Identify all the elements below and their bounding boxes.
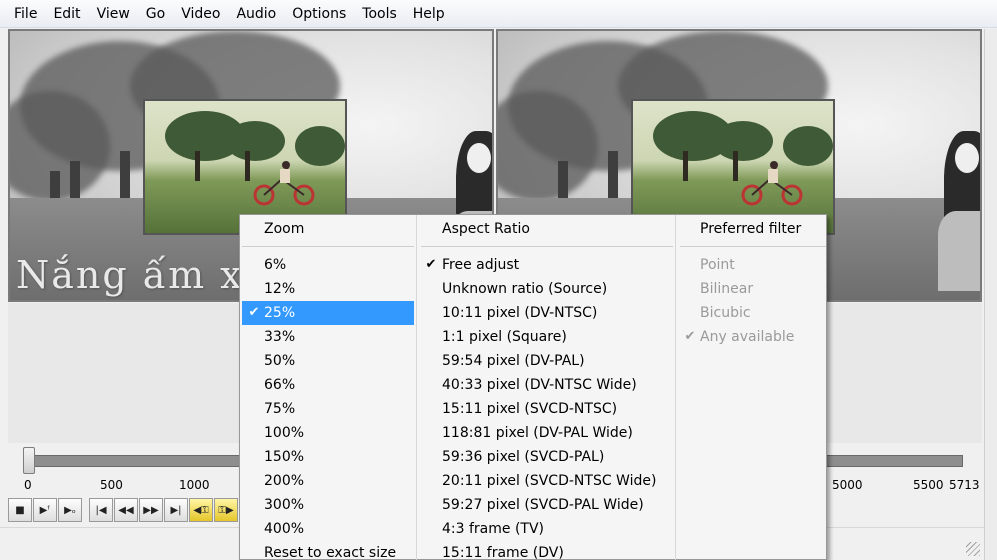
zoom-header: Zoom — [264, 221, 305, 237]
zoom-option-selected[interactable]: ✔ 25% — [242, 301, 414, 325]
checkmark-icon: ✔ — [248, 305, 260, 320]
next-key-icon[interactable]: ⚿▶ — [214, 498, 238, 522]
aspect-option[interactable]: 15:11 pixel (SVCD-NTSC) — [419, 397, 674, 421]
menu-view[interactable]: View — [89, 0, 138, 28]
zoom-reset-option[interactable]: Reset to exact size — [242, 541, 414, 560]
go-end-icon[interactable]: ▶| — [164, 498, 188, 522]
zoom-option[interactable]: 400% — [242, 517, 414, 541]
aspect-option[interactable]: 15:11 frame (DV) — [419, 541, 674, 560]
aspect-option[interactable]: 59:27 pixel (SVCD-PAL Wide) — [419, 493, 674, 517]
separator — [421, 246, 673, 247]
menu-options[interactable]: Options — [284, 0, 354, 28]
timeline-scrubber[interactable] — [23, 447, 35, 474]
menu-video[interactable]: Video — [173, 0, 228, 28]
timeline-tick: 500 — [100, 478, 123, 492]
zoom-option[interactable]: 300% — [242, 493, 414, 517]
aspect-ratio-menu-column: Aspect Ratio ✔ Free adjust Unknown ratio … — [416, 215, 675, 560]
playback-toolbar: ■ ▶ᶠ ▶ₒ |◀ ◀◀ ▶▶ ▶| ◀⚿ ⚿▶ — [8, 498, 245, 522]
aspect-option[interactable]: 10:11 pixel (DV-NTSC) — [419, 301, 674, 325]
zoom-option[interactable]: 12% — [242, 277, 414, 301]
separator — [680, 246, 826, 247]
stop-icon[interactable]: ■ — [8, 498, 32, 522]
filter-option: Bilinear — [700, 281, 754, 297]
preferred-filter-menu-column: Preferred filter Point Bilinear Bicubic … — [675, 215, 828, 560]
filter-option: Bicubic — [700, 305, 751, 321]
menu-go[interactable]: Go — [138, 0, 173, 28]
aspect-option-checked[interactable]: ✔ Free adjust — [419, 253, 674, 277]
aspect-option[interactable]: 118:81 pixel (DV-PAL Wide) — [419, 421, 674, 445]
prev-frame-icon[interactable]: ◀◀ — [114, 498, 138, 522]
resize-grip-icon[interactable] — [966, 542, 980, 556]
zoom-option[interactable]: 75% — [242, 397, 414, 421]
timeline-tick: 5500 — [913, 478, 944, 492]
menu-tools[interactable]: Tools — [354, 0, 405, 28]
checkmark-icon: ✔ — [425, 257, 437, 272]
timeline-tick: 5713 — [949, 478, 980, 492]
go-start-icon[interactable]: |◀ — [89, 498, 113, 522]
timeline-tick: 0 — [24, 478, 32, 492]
aspect-option[interactable]: Unknown ratio (Source) — [419, 277, 674, 301]
aspect-option[interactable]: 20:11 pixel (SVCD-NTSC Wide) — [419, 469, 674, 493]
filter-option-checked: ✔ Any available — [678, 325, 827, 349]
menu-help[interactable]: Help — [405, 0, 453, 28]
play-filtered-icon[interactable]: ▶ᶠ — [33, 498, 57, 522]
aspect-option[interactable]: 1:1 pixel (Square) — [419, 325, 674, 349]
menu-edit[interactable]: Edit — [45, 0, 88, 28]
aspect-option[interactable]: 59:36 pixel (SVCD-PAL) — [419, 445, 674, 469]
preferred-filter-header: Preferred filter — [700, 221, 802, 237]
zoom-option[interactable]: 66% — [242, 373, 414, 397]
filter-option: Point — [700, 257, 735, 273]
menu-audio[interactable]: Audio — [228, 0, 284, 28]
timeline-tick: 1000 — [179, 478, 210, 492]
next-frame-icon[interactable]: ▶▶ — [139, 498, 163, 522]
aspect-option[interactable]: 4:3 frame (TV) — [419, 517, 674, 541]
timeline-tick: 5000 — [832, 478, 863, 492]
zoom-option[interactable]: 50% — [242, 349, 414, 373]
aspect-ratio-header: Aspect Ratio — [442, 221, 530, 237]
zoom-option[interactable]: 200% — [242, 469, 414, 493]
checkmark-icon: ✔ — [684, 329, 696, 344]
zoom-option[interactable]: 33% — [242, 325, 414, 349]
zoom-menu-column: Zoom 6% 12% ✔ 25% 33% 50% 66% 75% 100% 15… — [240, 215, 416, 560]
menu-bar: File Edit View Go Video Audio Options To… — [0, 0, 997, 28]
zoom-option[interactable]: 100% — [242, 421, 414, 445]
video-context-menu: Zoom 6% 12% ✔ 25% 33% 50% 66% 75% 100% 15… — [239, 214, 827, 560]
zoom-option[interactable]: 6% — [242, 253, 414, 277]
aspect-option[interactable]: 40:33 pixel (DV-NTSC Wide) — [419, 373, 674, 397]
video-overlay-text: Nắng ấm xa — [16, 253, 269, 297]
window-scrollbar[interactable] — [984, 29, 997, 560]
separator — [242, 246, 414, 247]
prev-key-icon[interactable]: ◀⚿ — [189, 498, 213, 522]
menu-file[interactable]: File — [6, 0, 45, 28]
zoom-option[interactable]: 150% — [242, 445, 414, 469]
play-output-icon[interactable]: ▶ₒ — [58, 498, 82, 522]
aspect-option[interactable]: 59:54 pixel (DV-PAL) — [419, 349, 674, 373]
